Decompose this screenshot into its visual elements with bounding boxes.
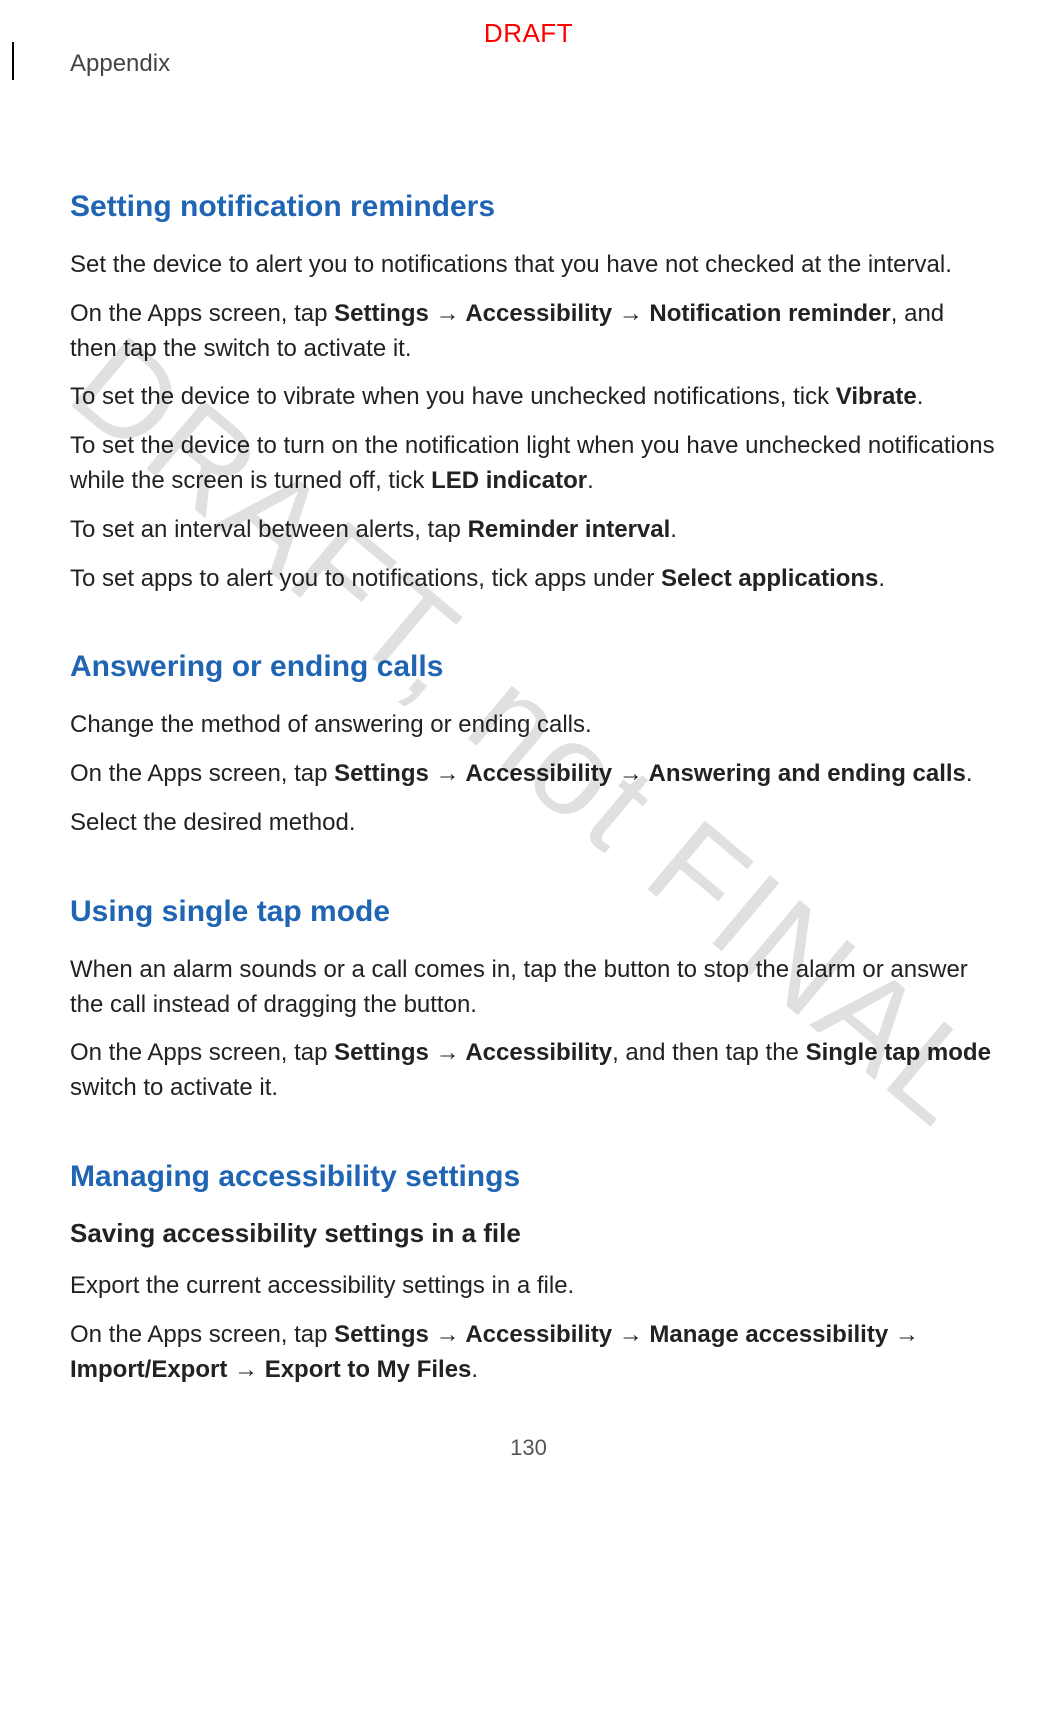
side-accent-bar [12,42,14,80]
text-run: Select the desired method. [70,809,356,836]
text-run: . [878,565,885,592]
paragraph: Set the device to alert you to notificat… [70,248,997,283]
text-run: . [966,760,973,787]
text-run: On the Apps screen, tap [70,1321,334,1348]
section-heading: Managing accessibility settings [70,1160,997,1194]
text-run: Reminder interval [468,516,671,543]
section-heading: Using single tap mode [70,895,997,929]
text-run: → [429,1039,465,1066]
section: Setting notification reminders Set the de… [70,190,997,596]
text-run: When an alarm sounds or a call comes in,… [70,956,968,1018]
text-run: . [587,467,594,494]
text-run: Settings [334,300,429,327]
text-run: → [429,760,465,787]
text-run: On the Apps screen, tap [70,1039,334,1066]
text-run: Settings [334,1039,429,1066]
text-run: . [670,516,677,543]
text-run: Accessibility [465,300,612,327]
paragraph: When an alarm sounds or a call comes in,… [70,953,997,1023]
text-run: → [612,760,648,787]
text-run: On the Apps screen, tap [70,760,334,787]
text-run: On the Apps screen, tap [70,300,334,327]
text-run: Settings [334,1321,429,1348]
text-run: → [612,1321,649,1348]
text-run: . [471,1356,478,1383]
text-run: LED indicator [431,467,587,494]
text-run: To set an interval between alerts, tap [70,516,468,543]
text-run: Vibrate [836,383,917,410]
paragraph: On the Apps screen, tap Settings → Acces… [70,1318,997,1388]
paragraph: Change the method of answering or ending… [70,708,997,743]
text-run: Import/Export [70,1356,227,1383]
paragraph: On the Apps screen, tap Settings → Acces… [70,1036,997,1106]
text-run: To set apps to alert you to notification… [70,565,661,592]
paragraph: To set an interval between alerts, tap R… [70,513,997,548]
text-run: Settings [334,760,429,787]
text-run: Manage accessibility [649,1321,888,1348]
section-heading: Setting notification reminders [70,190,997,224]
text-run: To set the device to vibrate when you ha… [70,383,836,410]
text-run: Notification reminder [649,300,890,327]
text-run: Accessibility [465,760,612,787]
paragraph: Export the current accessibility setting… [70,1269,997,1304]
page-content: Setting notification reminders Set the de… [70,90,997,1387]
text-run: Single tap mode [806,1039,991,1066]
text-run: Set the device to alert you to notificat… [70,251,952,278]
draft-stamp: DRAFT [484,18,573,49]
paragraph: To set apps to alert you to notification… [70,562,997,597]
paragraph: On the Apps screen, tap Settings → Acces… [70,757,997,792]
text-run: → [227,1356,264,1383]
text-run: Accessibility [465,1321,612,1348]
section-subheading: Saving accessibility settings in a file [70,1218,997,1249]
paragraph: To set the device to turn on the notific… [70,429,997,499]
paragraph: Select the desired method. [70,806,997,841]
text-run: Select applications [661,565,878,592]
text-run: Answering and ending calls [649,760,966,787]
text-run: → [429,300,465,327]
text-run: Change the method of answering or ending… [70,711,592,738]
text-run: . [917,383,924,410]
text-run: Accessibility [465,1039,612,1066]
section: Managing accessibility settings Saving ac… [70,1160,997,1387]
page-header: Appendix [70,50,997,90]
text-run: switch to activate it. [70,1074,278,1101]
text-run: → [612,300,649,327]
text-run: Export to My Files [265,1356,472,1383]
text-run: → [429,1321,465,1348]
section-heading: Answering or ending calls [70,650,997,684]
paragraph: On the Apps screen, tap Settings → Acces… [70,297,997,367]
paragraph: To set the device to vibrate when you ha… [70,380,997,415]
text-run: , and then tap the [612,1039,806,1066]
section: Using single tap mode When an alarm sound… [70,895,997,1106]
document-page: Appendix DRAFT DRAFT, not FINAL Setting … [0,0,1057,1491]
page-number: 130 [510,1435,547,1461]
text-run: Export the current accessibility setting… [70,1272,574,1299]
section: Answering or ending calls Change the meth… [70,650,997,840]
text-run: → [888,1321,919,1348]
section-label: Appendix [70,50,170,78]
